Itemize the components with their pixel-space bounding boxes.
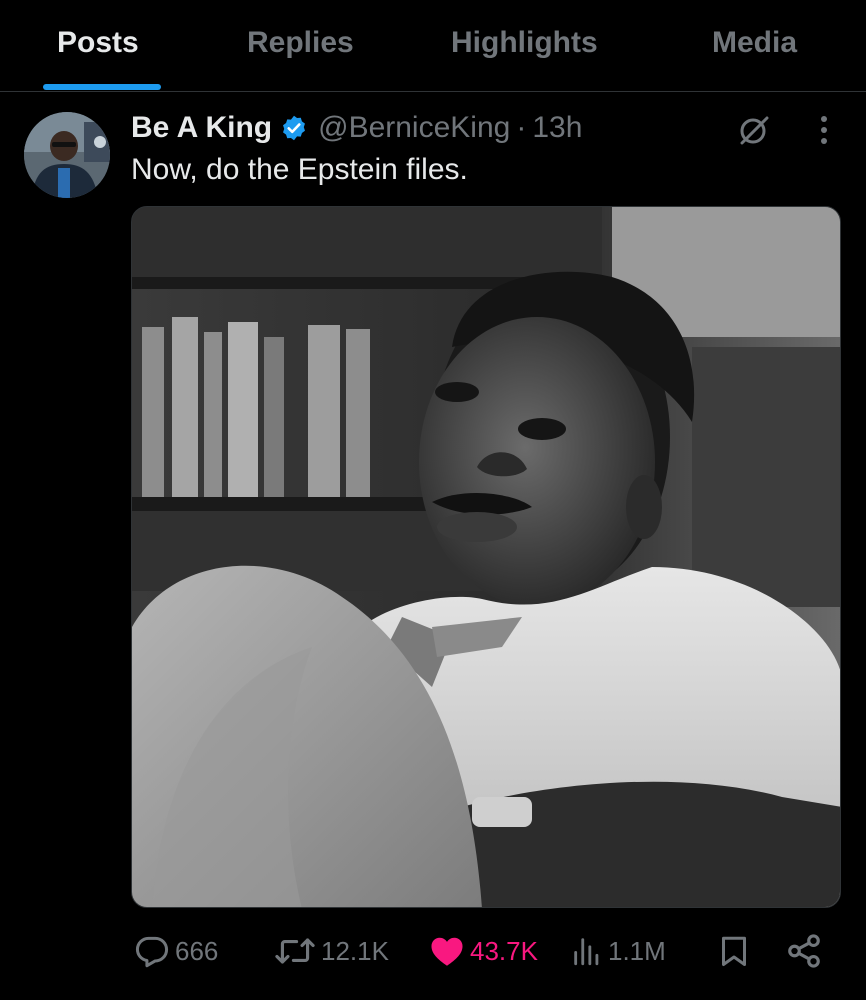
- repost-count: 12.1K: [321, 935, 389, 966]
- bookmark-icon: [722, 936, 746, 966]
- heart-filled-icon: [431, 937, 463, 966]
- tab-media-label: Media: [712, 26, 798, 59]
- handle[interactable]: @BerniceKing: [318, 111, 510, 145]
- tab-posts-label: Posts: [57, 26, 139, 59]
- like-button[interactable]: 43.7K: [428, 925, 538, 977]
- verified-badge-icon: [283, 115, 306, 141]
- like-count: 43.7K: [470, 935, 538, 966]
- separator-dot: ·: [516, 111, 527, 144]
- post-photo[interactable]: [131, 206, 841, 908]
- repost-button[interactable]: 12.1K: [273, 925, 389, 977]
- tab-highlights[interactable]: Highlights: [440, 0, 630, 92]
- post-text: Now, do the Epstein files.: [131, 153, 468, 186]
- avatar[interactable]: [24, 112, 110, 198]
- tab-highlights-label: Highlights: [451, 26, 598, 59]
- views-button[interactable]: 1.1M: [570, 925, 666, 977]
- more-vertical-icon[interactable]: [808, 112, 840, 148]
- reply-button[interactable]: 666: [133, 925, 218, 977]
- reply-count: 666: [175, 935, 219, 966]
- reply-icon: [135, 936, 169, 968]
- share-button[interactable]: [785, 925, 823, 977]
- tab-replies-label: Replies: [247, 26, 354, 59]
- display-name[interactable]: Be A King: [131, 111, 272, 145]
- post-header: Be A King @BerniceKing · 13h: [131, 108, 582, 148]
- views-icon: [574, 938, 599, 966]
- grok-icon[interactable]: [736, 112, 772, 148]
- post-actions: 666 12.1K 43.7K 1.1M: [0, 925, 866, 977]
- tab-media[interactable]: Media: [700, 0, 820, 92]
- repost-icon: [275, 938, 315, 964]
- bookmark-button[interactable]: [716, 925, 752, 977]
- views-count: 1.1M: [608, 935, 666, 966]
- tab-replies[interactable]: Replies: [230, 0, 380, 92]
- profile-tabs: Posts Replies Highlights Media: [0, 0, 866, 92]
- active-tab-indicator: [43, 84, 161, 90]
- share-icon: [788, 934, 820, 968]
- tab-posts[interactable]: Posts: [30, 0, 175, 92]
- post-time[interactable]: 13h: [532, 111, 582, 145]
